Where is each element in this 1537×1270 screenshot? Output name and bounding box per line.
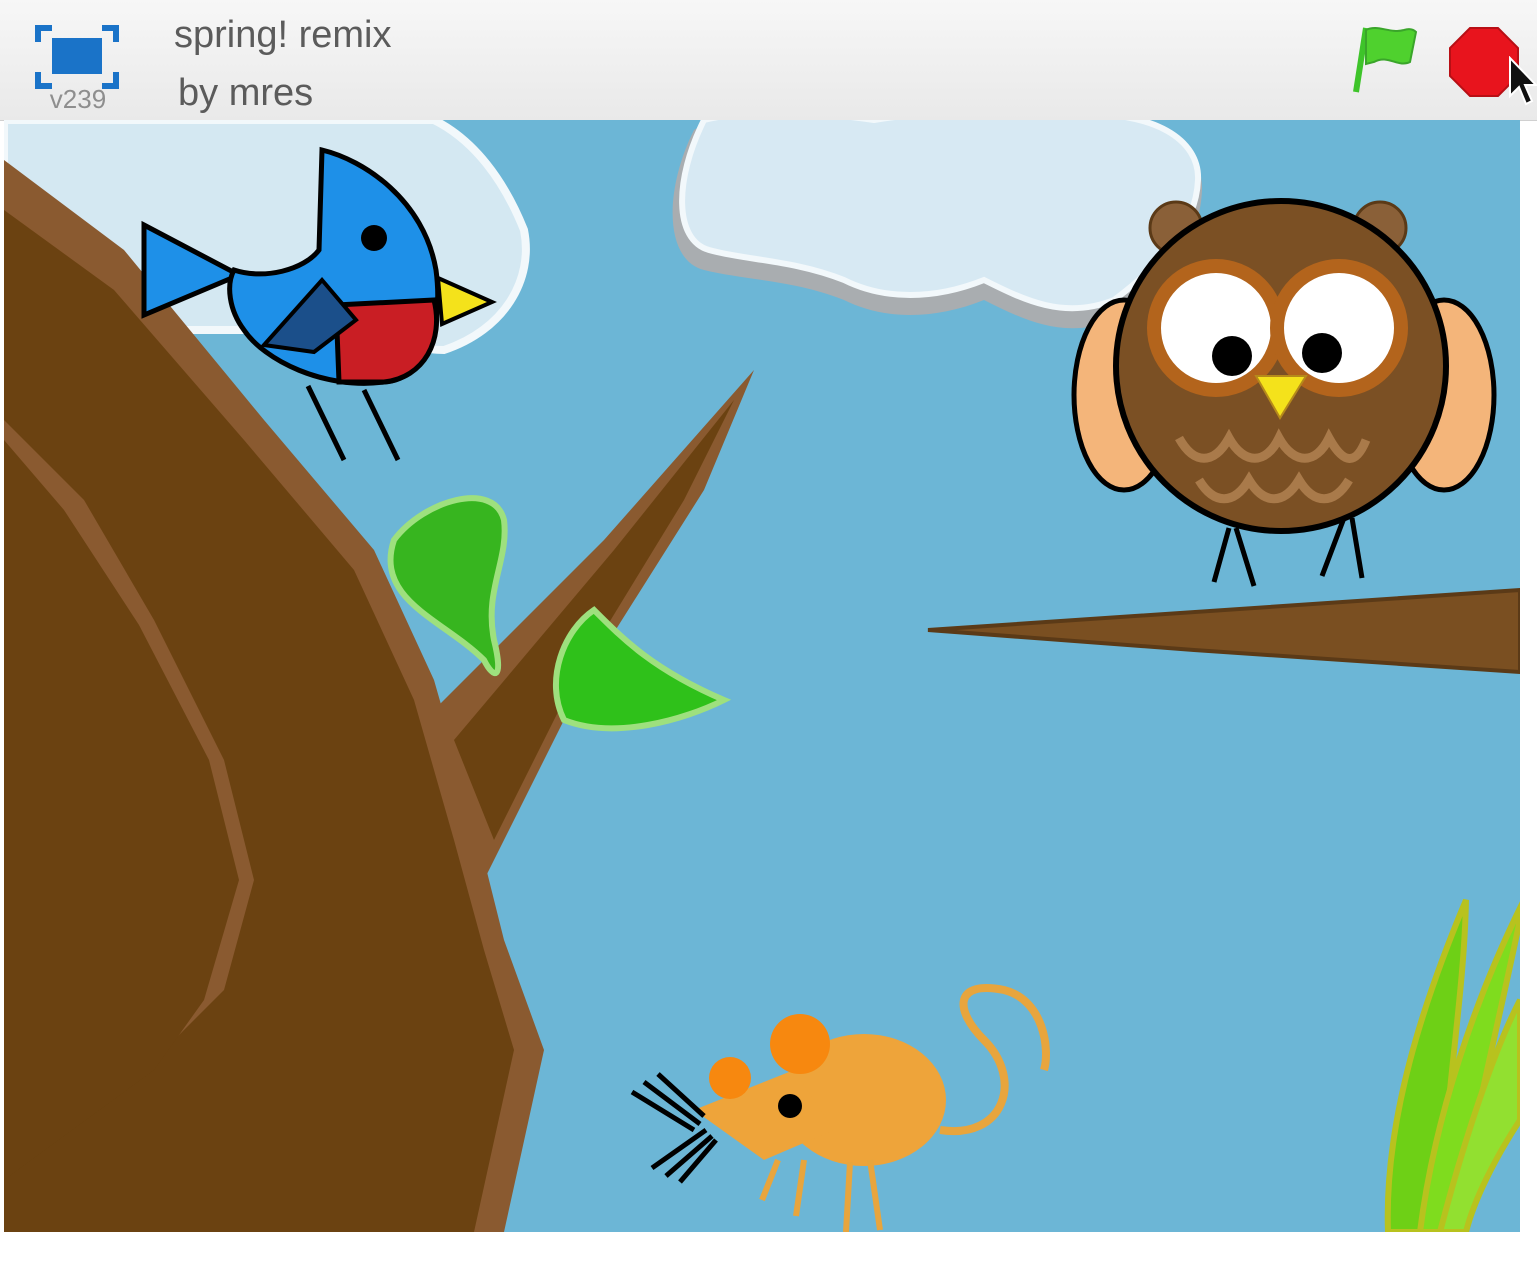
owl-branch bbox=[927, 587, 1520, 675]
mouse-pointer-icon bbox=[1509, 56, 1537, 106]
player-header: v239 spring! remix by mres bbox=[0, 0, 1537, 121]
green-flag-icon[interactable] bbox=[1344, 22, 1420, 94]
stage-scene bbox=[4, 120, 1520, 1232]
cloud-right bbox=[672, 120, 1203, 329]
project-title: spring! remix bbox=[174, 14, 392, 56]
stage-bottom-border bbox=[0, 1232, 1537, 1270]
version-label: v239 bbox=[49, 84, 107, 114]
project-stage[interactable] bbox=[4, 120, 1520, 1232]
grass bbox=[1384, 898, 1520, 1232]
project-author: by mres bbox=[178, 72, 314, 114]
mouse[interactable] bbox=[630, 984, 1050, 1232]
fullscreen-icon[interactable] bbox=[34, 22, 120, 92]
